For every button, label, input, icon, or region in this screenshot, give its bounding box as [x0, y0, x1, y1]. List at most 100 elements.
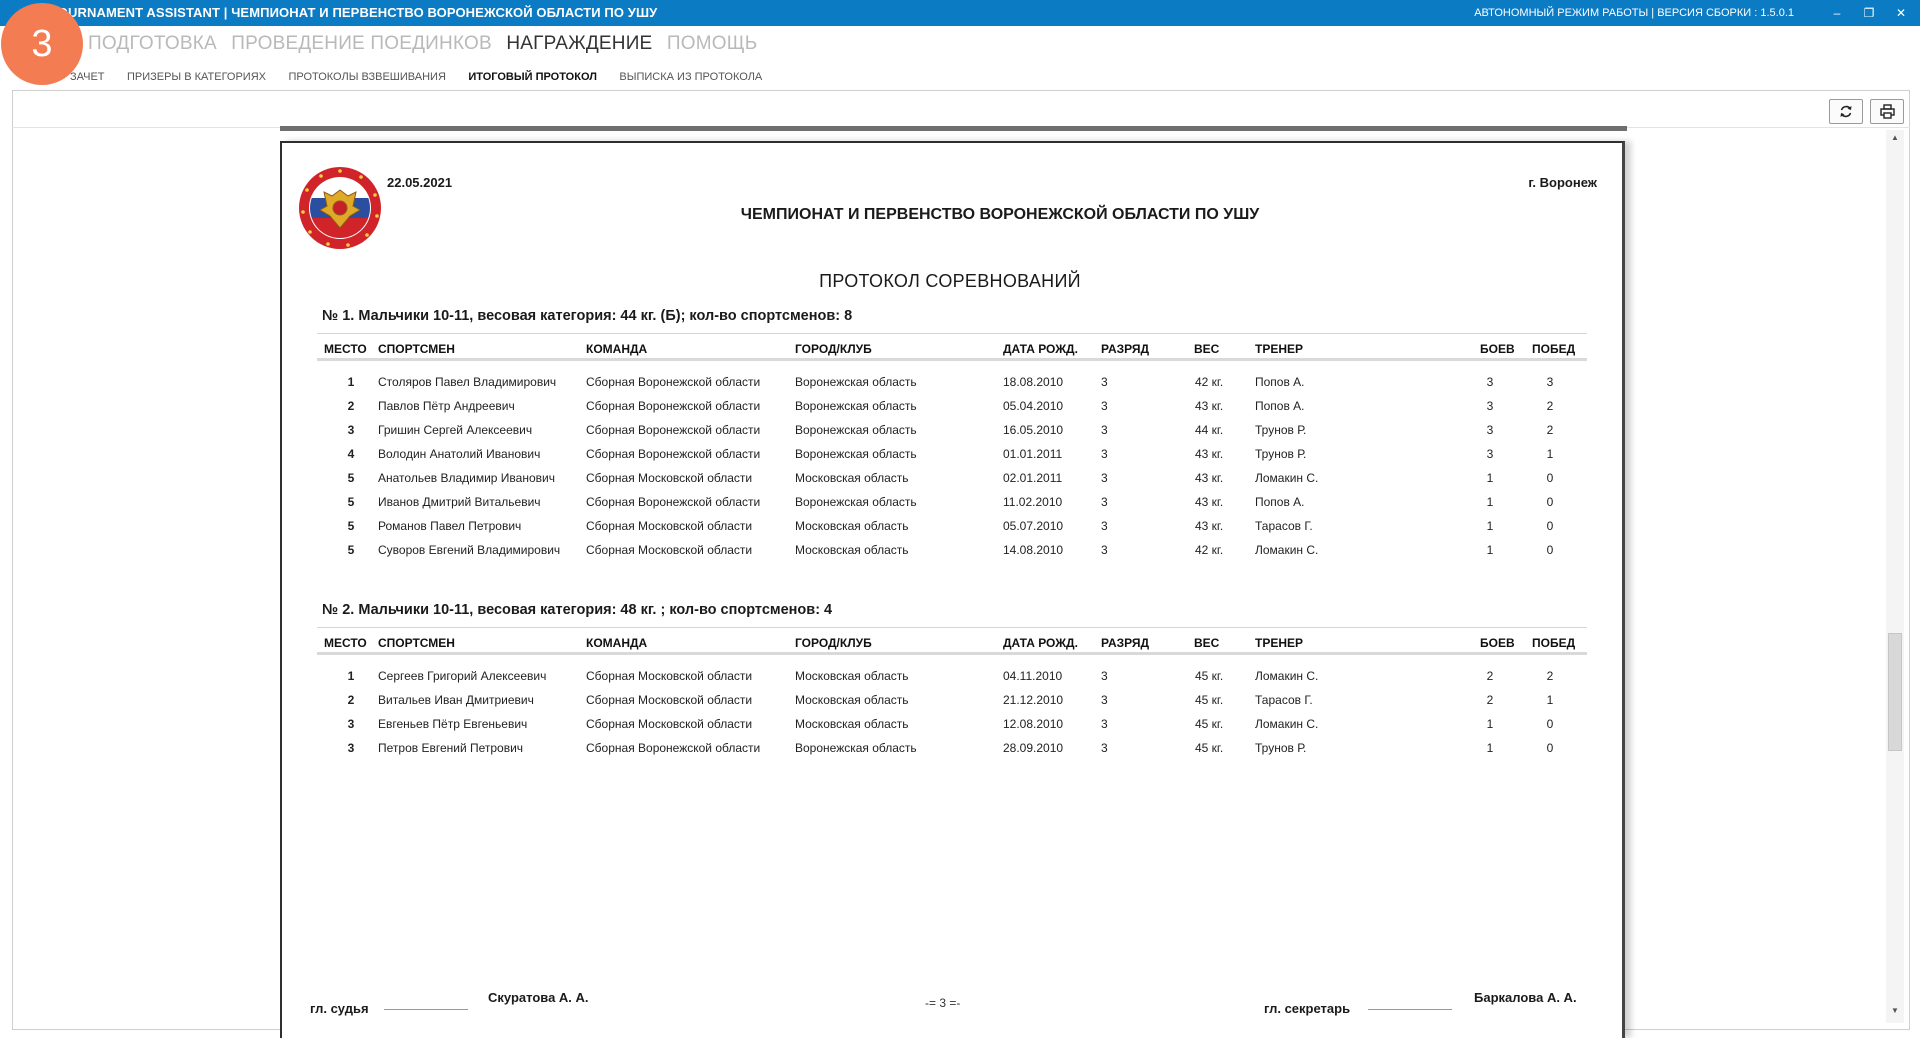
cell-wins: 0 [1546, 495, 1554, 509]
cell-team: Сборная Воронежской области [586, 447, 761, 461]
cell-coach: Попов А. [1255, 375, 1305, 389]
table-body: 1 Столяров Павел Владимирович Сборная Во… [317, 361, 1587, 561]
cell-rank: 3 [1101, 741, 1108, 755]
table-row: 5 Романов Павел Петрович Сборная Московс… [317, 513, 1587, 537]
col-fights: БОЕВ [1480, 342, 1515, 356]
federation-emblem-icon [299, 167, 381, 249]
subtab-team-standing[interactable]: ЗАЧЕТ [70, 71, 105, 83]
cell-place: 1 [347, 375, 355, 389]
judge-label: гл. судья [310, 1001, 369, 1016]
cell-team: Сборная Московской области [586, 471, 753, 485]
cell-weight: 44 кг. [1195, 423, 1224, 437]
col-birth: ДАТА РОЖД. [1003, 636, 1078, 650]
subtab-protocol-extract[interactable]: ВЫПИСКА ИЗ ПРОТОКОЛА [619, 71, 762, 83]
cell-coach: Ломакин С. [1255, 471, 1319, 485]
cell-fights: 1 [1486, 543, 1494, 557]
cell-athlete: Романов Павел Петрович [378, 519, 522, 533]
col-rank: РАЗРЯД [1101, 342, 1150, 356]
secretary-signature-line [1368, 1009, 1452, 1010]
col-weight: ВЕС [1194, 636, 1220, 650]
cell-fights: 3 [1486, 447, 1494, 461]
cell-city: Московская область [795, 543, 909, 557]
cell-coach: Трунов Р. [1255, 423, 1307, 437]
minimize-button[interactable]: ‒ [1826, 4, 1848, 22]
scroll-down-icon[interactable]: ▼ [1887, 1004, 1903, 1018]
scroll-thumb[interactable] [1888, 633, 1902, 751]
vertical-scrollbar[interactable] [1886, 130, 1904, 1023]
cell-coach: Попов А. [1255, 399, 1305, 413]
cell-city: Воронежская область [795, 375, 917, 389]
cell-athlete: Сергеев Григорий Алексеевич [378, 669, 547, 683]
cell-rank: 3 [1101, 447, 1108, 461]
cell-team: Сборная Воронежской области [586, 495, 761, 509]
table-row: 5 Анатольев Владимир Иванович Сборная Мо… [317, 465, 1587, 489]
cell-athlete: Иванов Дмитрий Витальевич [378, 495, 541, 509]
cell-rank: 3 [1101, 495, 1108, 509]
subtab-final-protocol[interactable]: ИТОГОВЫЙ ПРОТОКОЛ [468, 71, 597, 83]
refresh-icon [1840, 105, 1852, 118]
cell-rank: 3 [1101, 519, 1108, 533]
cell-place: 4 [347, 447, 355, 461]
subtab-weighin-protocols[interactable]: ПРОТОКОЛЫ ВЗВЕШИВАНИЯ [288, 71, 445, 83]
cell-weight: 45 кг. [1195, 717, 1224, 731]
cell-weight: 45 кг. [1195, 669, 1224, 683]
cell-birth: 14.08.2010 [1003, 543, 1064, 557]
cell-city: Воронежская область [795, 447, 917, 461]
cell-birth: 18.08.2010 [1003, 375, 1064, 389]
cell-place: 3 [347, 741, 355, 755]
cell-coach: Попов А. [1255, 495, 1305, 509]
cell-weight: 43 кг. [1195, 399, 1224, 413]
build-status: АВТОНОМНЫЙ РЕЖИМ РАБОТЫ | ВЕРСИЯ СБОРКИ … [1474, 7, 1794, 19]
cell-birth: 12.08.2010 [1003, 717, 1064, 731]
cell-wins: 0 [1546, 741, 1554, 755]
col-team: КОМАНДА [586, 636, 648, 650]
cell-coach: Тарасов Г. [1255, 693, 1313, 707]
table-row: 1 Сергеев Григорий Алексеевич Сборная Мо… [317, 663, 1587, 687]
secretary-label: гл. секретарь [1264, 1001, 1351, 1016]
cell-weight: 42 кг. [1195, 543, 1224, 557]
tab-awarding[interactable]: НАГРАЖДЕНИЕ [506, 33, 652, 55]
cell-wins: 0 [1546, 717, 1554, 731]
sub-tabs: ЗАЧЕТ ПРИЗЕРЫ В КАТЕГОРИЯХ ПРОТОКОЛЫ ВЗВ… [12, 67, 780, 83]
cell-wins: 2 [1546, 423, 1554, 437]
cell-coach: Трунов Р. [1255, 447, 1307, 461]
cell-place: 5 [347, 495, 355, 509]
page-number: -= 3 =- [925, 996, 961, 1010]
scroll-up-icon[interactable]: ▲ [1887, 131, 1903, 145]
cell-rank: 3 [1101, 399, 1108, 413]
cell-fights: 3 [1486, 423, 1494, 437]
cell-rank: 3 [1101, 543, 1108, 557]
printer-icon [1880, 104, 1895, 119]
cell-wins: 0 [1546, 519, 1554, 533]
cell-rank: 3 [1101, 693, 1108, 707]
results-table: МЕСТО СПОРТСМЕН КОМАНДА ГОРОД/КЛУБ ДАТА … [317, 627, 1587, 759]
print-button[interactable] [1870, 99, 1904, 124]
cell-city: Воронежская область [795, 741, 917, 755]
tab-preparation[interactable]: ПОДГОТОВКА [88, 33, 217, 55]
cell-wins: 1 [1546, 693, 1554, 707]
table-row: 2 Витальев Иван Дмитриевич Сборная Моско… [317, 687, 1587, 711]
cell-rank: 3 [1101, 717, 1108, 731]
category-heading: № 1. Мальчики 10-11, весовая категория: … [322, 308, 853, 324]
cell-weight: 43 кг. [1195, 519, 1224, 533]
document-city: г. Воронеж [1528, 175, 1597, 190]
tab-bouts[interactable]: ПРОВЕДЕНИЕ ПОЕДИНКОВ [231, 33, 492, 55]
refresh-button[interactable] [1829, 99, 1863, 124]
subtab-category-winners[interactable]: ПРИЗЕРЫ В КАТЕГОРИЯХ [127, 71, 266, 83]
cell-wins: 0 [1546, 543, 1554, 557]
cell-fights: 1 [1486, 471, 1494, 485]
table-row: 3 Петров Евгений Петрович Сборная Вороне… [317, 735, 1587, 759]
tab-help[interactable]: ПОМОЩЬ [667, 33, 758, 55]
cell-team: Сборная Воронежской области [586, 423, 761, 437]
table-row: 1 Столяров Павел Владимирович Сборная Во… [317, 369, 1587, 393]
col-place: МЕСТО [324, 636, 367, 650]
cell-city: Московская область [795, 471, 909, 485]
main-tabs: ПОДГОТОВКА ПРОВЕДЕНИЕ ПОЕДИНКОВ НАГРАЖДЕ… [88, 33, 767, 61]
cell-place: 3 [347, 717, 355, 731]
cell-wins: 2 [1546, 669, 1554, 683]
step-badge: 3 [1, 3, 83, 85]
col-athlete: СПОРТСМЕН [378, 342, 455, 356]
close-button[interactable]: ✕ [1890, 4, 1912, 22]
cell-fights: 1 [1486, 519, 1494, 533]
restore-button[interactable]: ❐ [1858, 4, 1880, 22]
